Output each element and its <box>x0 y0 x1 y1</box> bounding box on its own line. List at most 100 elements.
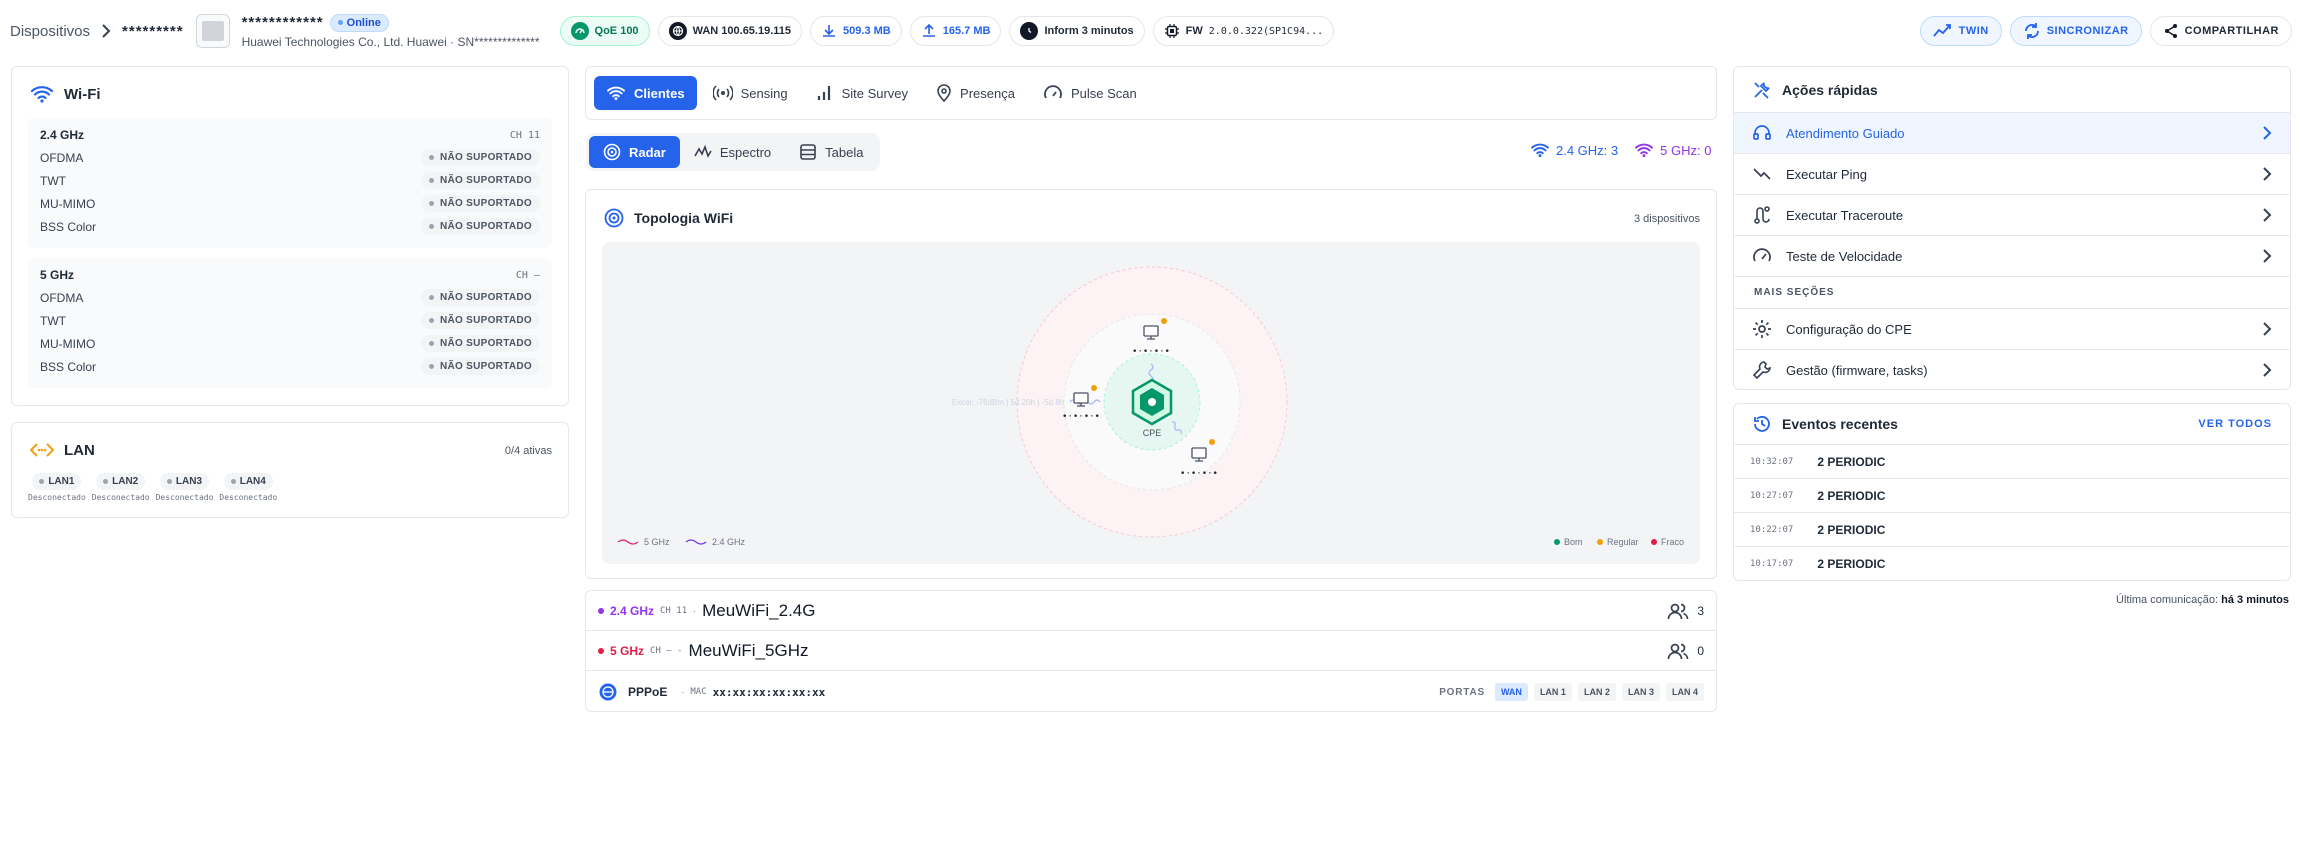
chevron-right-icon <box>2262 208 2272 222</box>
band-2g: 2.4 GHz CH 11 OFDMA NÃO SUPORTADO TWT NÃO S… <box>28 118 552 248</box>
wifi-icon <box>1634 142 1654 158</box>
lan-port: LAN4 Desconectado <box>219 473 277 502</box>
action-ping[interactable]: Executar Ping <box>1734 153 2290 194</box>
tab-pulse-scan[interactable]: Pulse Scan <box>1031 76 1149 110</box>
feature-status: NÃO SUPORTADO <box>420 218 540 235</box>
firmware-value: 2.0.0.322(SP1C94... <box>1208 25 1324 37</box>
pppoe-row: PPPoE · MAC xx:xx:xx:xx:xx:xx PORTAS WAN… <box>586 671 1716 713</box>
ports-summary: PORTAS WAN LAN 1 LAN 2 LAN 3 LAN 4 <box>1439 683 1704 701</box>
ssid-channel: CH 11 <box>660 605 688 616</box>
subtab-radar[interactable]: Radar <box>589 136 680 168</box>
tab-presenca[interactable]: Presença <box>924 76 1027 110</box>
chevron-right-icon <box>100 24 112 38</box>
band-dot <box>598 647 604 654</box>
history-icon <box>1752 414 1772 434</box>
users-icon <box>1667 602 1689 620</box>
legend-good: Bom <box>1564 537 1583 547</box>
lan-port: LAN3 Desconectado <box>156 473 213 502</box>
download-icon <box>821 23 837 39</box>
wifi-icon <box>1530 142 1550 158</box>
svg-text:•·•·•·•: •·•·•·• <box>1180 469 1218 479</box>
tab-sensing[interactable]: Sensing <box>701 76 800 110</box>
feature-status: NÃO SUPORTADO <box>420 195 540 212</box>
wifi-icon <box>606 85 626 101</box>
band-name: 2.4 GHz <box>40 128 85 142</box>
quick-actions-card: Ações rápidas Atendimento Guiado Executa… <box>1733 66 2291 390</box>
ssid-name: MeuWiFi_5GHz <box>688 640 809 660</box>
sync-button[interactable]: SINCRONIZAR <box>2009 16 2142 46</box>
ssid-band: 2.4 GHz <box>610 603 655 618</box>
chevron-right-icon <box>2262 363 2272 377</box>
ssid-row-2g[interactable]: 2.4 GHz CH 11 · MeuWiFi_2.4G 3 <box>586 591 1716 631</box>
download-value: 509.3 MB <box>843 25 891 37</box>
action-speed-test[interactable]: Teste de Velocidade <box>1734 235 2290 276</box>
ssid-name: MeuWiFi_2.4G <box>702 600 816 620</box>
header: Dispositivos ********* ************ Onli… <box>0 0 2302 62</box>
lan-port: LAN2 Desconectado <box>92 473 150 502</box>
qoe-value: QoE 100 <box>594 25 639 37</box>
wrench-icon <box>1752 360 1772 380</box>
wan-value: WAN 100.65.19.115 <box>692 25 792 37</box>
tools-icon <box>1752 80 1772 100</box>
topology-count: 3 dispositivos <box>1633 213 1700 225</box>
port-lan1: LAN 1 <box>1533 683 1572 701</box>
feature-row: TWT NÃO SUPORTADO <box>40 169 540 192</box>
bar-chart-icon <box>816 85 834 101</box>
lan-active-count: 0/4 ativas <box>504 445 552 457</box>
refresh-icon <box>2023 22 2041 40</box>
band-channel: CH 11 <box>509 129 540 141</box>
twin-button[interactable]: TWIN <box>1919 16 2002 46</box>
legend-2g-line <box>685 539 707 545</box>
event-row[interactable]: 10:27:07 2 PERIODIC <box>1734 478 2290 512</box>
feature-row: OFDMA NÃO SUPORTADO <box>40 146 540 169</box>
event-row[interactable]: 10:22:07 2 PERIODIC <box>1734 512 2290 546</box>
view-subtabs: Radar Espectro Tabela <box>586 133 881 171</box>
feature-status: NÃO SUPORTADO <box>420 358 540 375</box>
inform-value: Inform 3 minutos <box>1044 25 1134 37</box>
ssid-card: 2.4 GHz CH 11 · MeuWiFi_2.4G 3 5 GHz CH … <box>585 590 1717 712</box>
share-button[interactable]: COMPARTILHAR <box>2149 16 2292 46</box>
subtab-tabela[interactable]: Tabela <box>785 136 877 168</box>
action-traceroute[interactable]: Executar Traceroute <box>1734 194 2290 235</box>
svg-text:•·•·•·•: •·•·•·• <box>1132 347 1170 357</box>
ping-icon <box>1752 164 1772 184</box>
event-row[interactable]: 10:17:07 2 PERIODIC <box>1734 546 2290 580</box>
status-badge: Online <box>329 13 389 32</box>
clock-icon <box>1020 22 1039 40</box>
view-all-link[interactable]: VER TODOS <box>2198 418 2272 430</box>
feature-status: NÃO SUPORTADO <box>420 172 540 189</box>
action-guided-service[interactable]: Atendimento Guiado <box>1734 112 2290 153</box>
chevron-right-icon <box>2262 167 2272 181</box>
map-pin-icon <box>936 84 952 102</box>
download-chip: 509.3 MB <box>810 16 902 46</box>
ssid-band: 5 GHz <box>610 643 645 658</box>
action-cpe-config[interactable]: Configuração do CPE <box>1734 308 2290 349</box>
subtab-espectro[interactable]: Espectro <box>680 136 785 168</box>
feature-status: NÃO SUPORTADO <box>420 312 540 329</box>
firmware-chip: FW 2.0.0.322(SP1C94... <box>1152 16 1335 46</box>
device-manufacturer: Huawei Technologies Co., Ltd. Huawei · S… <box>241 34 540 49</box>
ssid-row-5g[interactable]: 5 GHz CH – - MeuWiFi_5GHz 0 <box>586 631 1716 671</box>
table-icon <box>799 143 817 161</box>
wan-chip: WAN 100.65.19.115 <box>657 16 803 46</box>
ethernet-icon <box>30 441 54 459</box>
main-tabs: Clientes Sensing Site Survey Presença Pu… <box>585 66 1717 120</box>
band-name: 5 GHz <box>40 268 75 282</box>
last-communication: Última comunicação: há 3 minutos <box>2116 594 2289 606</box>
tab-clientes[interactable]: Clientes <box>594 76 697 110</box>
tab-site-survey[interactable]: Site Survey <box>804 76 920 110</box>
wifi-card-title: Wi-Fi <box>30 84 101 104</box>
cpe-label: CPE <box>1143 428 1162 438</box>
users-icon <box>1667 642 1689 660</box>
upload-value: 165.7 MB <box>942 25 991 37</box>
wifi-icon <box>30 84 54 104</box>
quick-actions-title: Ações rápidas <box>1734 67 2290 112</box>
share-icon <box>2163 23 2179 39</box>
breadcrumb-devices[interactable]: Dispositivos <box>10 23 90 40</box>
event-row[interactable]: 10:32:07 2 PERIODIC <box>1734 444 2290 478</box>
topology-card: Topologia WiFi 3 dispositivos Excel: -76… <box>585 189 1717 579</box>
feature-status: NÃO SUPORTADO <box>420 149 540 166</box>
count-2g: 2.4 GHz: 3 <box>1530 142 1618 158</box>
feature-row: OFDMA NÃO SUPORTADO <box>40 286 540 309</box>
action-management[interactable]: Gestão (firmware, tasks) <box>1734 349 2290 389</box>
